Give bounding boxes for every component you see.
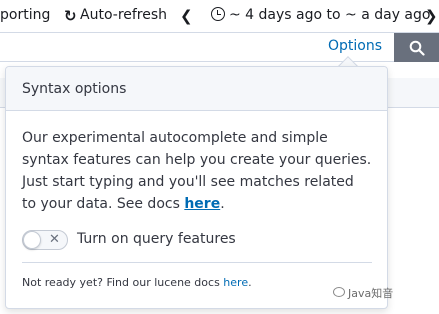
query-bar: Options [0, 32, 439, 62]
chevron-right-icon[interactable]: ❯ [425, 7, 438, 25]
query-features-toggle[interactable]: ✕ [22, 230, 68, 250]
footer-text: Not ready yet? Find our lucene docs [22, 276, 224, 289]
options-button[interactable]: Options [328, 38, 382, 54]
toggle-label[interactable]: Turn on query features [77, 231, 236, 247]
watermark: Java知音 [348, 287, 394, 300]
wechat-icon [333, 287, 345, 297]
popover-title: Syntax options [22, 81, 127, 97]
docs-link[interactable]: here [184, 196, 220, 212]
close-icon: ✕ [49, 232, 60, 247]
syntax-options-popover: Syntax options Our experimental autocomp… [5, 66, 388, 309]
top-toolbar: porting ↻ Auto-refresh ❮ ~ 4 days ago to… [0, 0, 439, 32]
search-icon [409, 40, 425, 56]
lucene-docs-link[interactable]: here [223, 276, 248, 289]
popover-footer: Not ready yet? Find our lucene docs here… [22, 276, 252, 289]
auto-refresh-button[interactable]: Auto-refresh [80, 7, 167, 23]
refresh-icon[interactable]: ↻ [64, 7, 77, 25]
time-range-picker[interactable]: ~ 4 days ago to ~ a day ago [229, 7, 430, 23]
popover-divider [22, 262, 372, 263]
chevron-left-icon[interactable]: ❮ [180, 7, 193, 25]
reporting-link[interactable]: porting [0, 7, 50, 23]
toggle-knob [23, 231, 41, 249]
footer-end: . [248, 276, 252, 289]
description-end: . [220, 196, 225, 212]
popover-description: Our experimental autocomplete and simple… [22, 127, 372, 215]
clock-icon[interactable] [211, 7, 225, 21]
popover-header: Syntax options [6, 67, 387, 111]
search-button[interactable] [394, 33, 439, 62]
